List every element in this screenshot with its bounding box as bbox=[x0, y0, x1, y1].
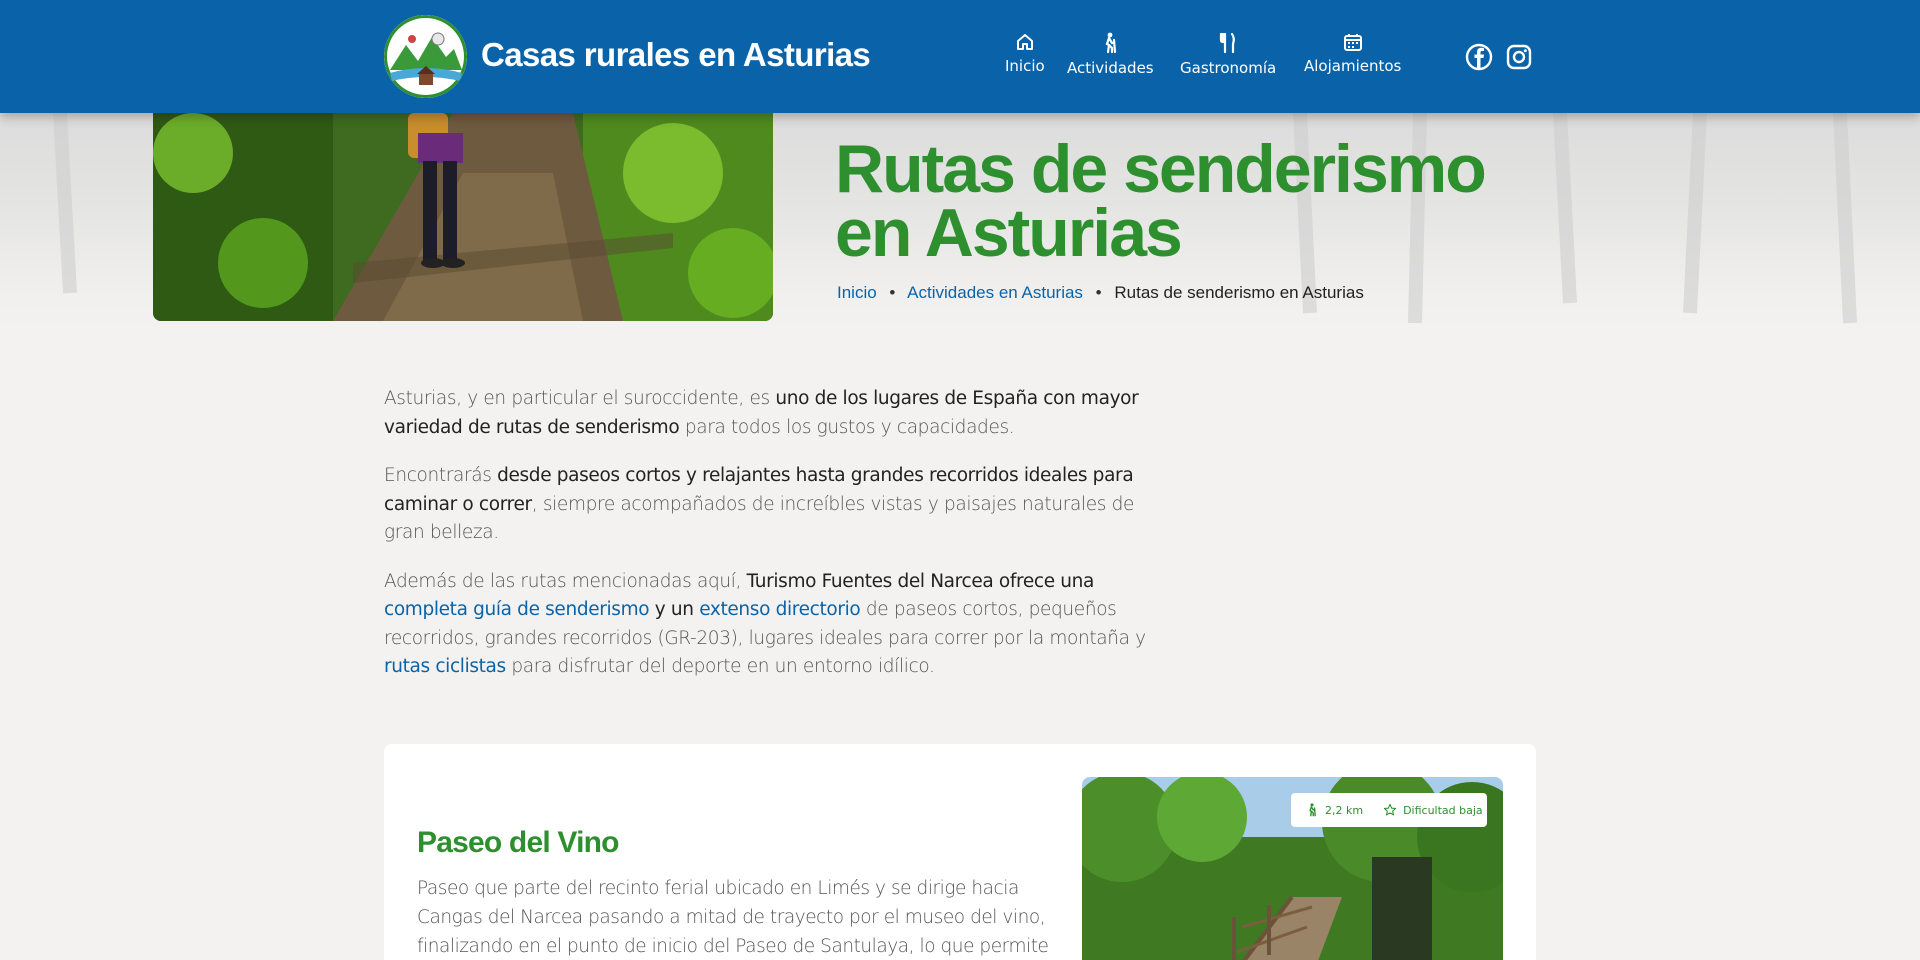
route-difficulty: Dificultad baja bbox=[1403, 803, 1483, 817]
route-distance: 2,2 km bbox=[1325, 803, 1364, 817]
nav-item-inicio[interactable]: Inicio bbox=[1005, 32, 1045, 82]
intro-paragraph-2: Encontrarás desde paseos cortos y relaja… bbox=[384, 462, 1154, 548]
nav-item-gastronomia[interactable]: Gastronomía bbox=[1180, 32, 1276, 82]
breadcrumb-separator: • bbox=[889, 283, 896, 302]
breadcrumb-section-link[interactable]: Actividades en Asturias bbox=[907, 283, 1083, 302]
intro-text-span: Asturias, y en particular el suroccident… bbox=[384, 388, 776, 409]
page-title-line-1: Rutas de senderismo bbox=[835, 131, 1487, 207]
hiker-icon bbox=[1309, 803, 1316, 817]
home-icon bbox=[1016, 34, 1033, 50]
nav-item-actividades[interactable]: Actividades bbox=[1067, 32, 1154, 82]
intro-paragraph-3: Además de las rutas mencionadas aquí, Tu… bbox=[384, 568, 1154, 682]
star-icon bbox=[1383, 803, 1397, 816]
hiking-guide-link[interactable]: completa guía de senderismo bbox=[384, 599, 650, 620]
fork-knife-icon bbox=[1219, 32, 1235, 54]
intro-text: Asturias, y en particular el suroccident… bbox=[384, 385, 1154, 702]
facebook-icon[interactable] bbox=[1465, 43, 1493, 71]
top-navigation-bar: Casas rurales en Asturias Inicio Activid… bbox=[0, 0, 1920, 113]
directory-link[interactable]: extenso directorio bbox=[699, 599, 861, 620]
nav-label: Inicio bbox=[1005, 57, 1045, 75]
intro-text-span: Además de las rutas mencionadas aquí, bbox=[384, 570, 747, 592]
breadcrumb-current: Rutas de senderismo en Asturias bbox=[1114, 283, 1364, 302]
route-info-badge: 2,2 km Dificultad baja bbox=[1291, 793, 1487, 827]
site-logo[interactable] bbox=[384, 15, 467, 98]
page-title: Rutas de senderismo en Asturias bbox=[835, 131, 1595, 271]
intro-text-span: Encontrarás bbox=[384, 465, 498, 486]
nav-label: Gastronomía bbox=[1180, 59, 1277, 77]
instagram-icon[interactable] bbox=[1505, 43, 1533, 71]
site-title[interactable]: Casas rurales en Asturias bbox=[481, 36, 871, 74]
breadcrumb-separator: • bbox=[1095, 283, 1102, 302]
hero-hiker-photo bbox=[153, 113, 773, 321]
nav-label: Alojamientos bbox=[1304, 57, 1402, 75]
cycling-routes-link[interactable]: rutas ciclistas bbox=[384, 656, 506, 677]
intro-bold-span: y un bbox=[649, 599, 700, 620]
route-description: Paseo que parte del recinto ferial ubica… bbox=[417, 878, 1049, 957]
breadcrumb-home-link[interactable]: Inicio bbox=[837, 283, 877, 302]
breadcrumb: Inicio • Actividades en Asturias • Rutas… bbox=[837, 283, 1364, 303]
nav-item-alojamientos[interactable]: Alojamientos bbox=[1304, 32, 1401, 82]
page-title-line-2: en Asturias bbox=[835, 195, 1183, 271]
nav-label: Actividades bbox=[1067, 59, 1154, 77]
hiker-icon bbox=[1105, 32, 1117, 54]
intro-text-span: para disfrutar del deporte en un entorno… bbox=[505, 656, 935, 677]
intro-bold-span: Turismo Fuentes del Narcea ofrece una bbox=[746, 570, 1095, 592]
intro-text-span: para todos los gustos y capacidades. bbox=[679, 416, 1015, 438]
calendar-icon bbox=[1343, 34, 1362, 51]
intro-paragraph-1: Asturias, y en particular el suroccident… bbox=[384, 385, 1154, 442]
route-title[interactable]: Paseo del Vino bbox=[417, 826, 619, 860]
